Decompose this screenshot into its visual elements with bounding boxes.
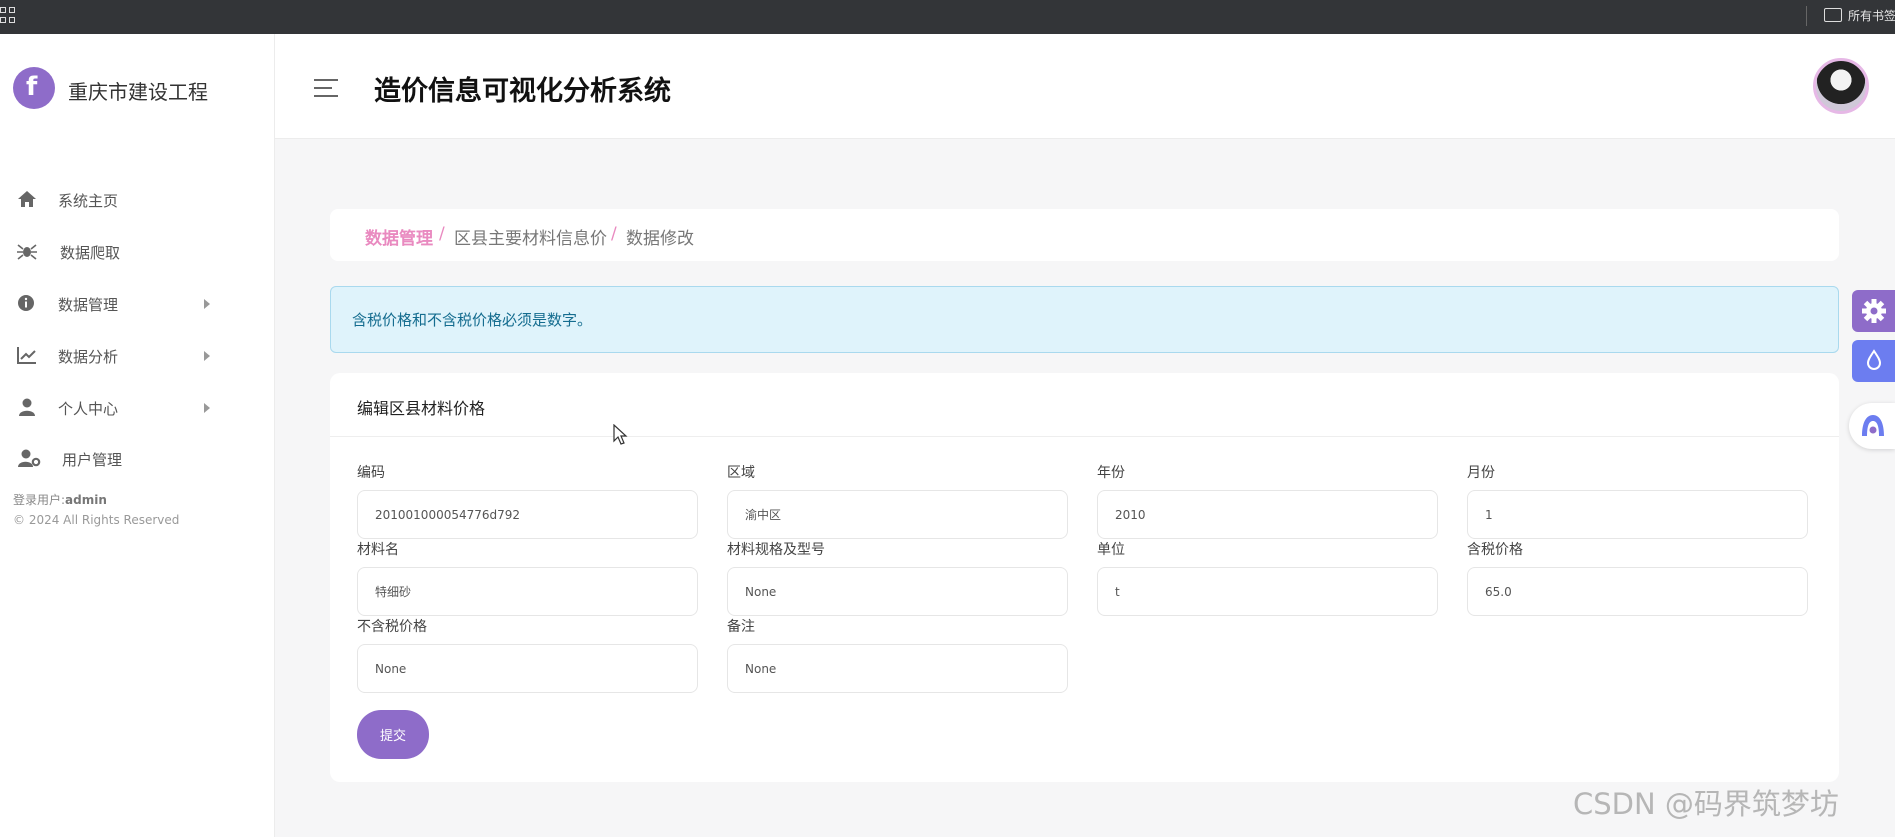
home-icon bbox=[18, 191, 36, 207]
chart-line-icon bbox=[17, 347, 36, 364]
sidebar-item-home[interactable]: 系统主页 bbox=[0, 178, 275, 220]
validation-alert: 含税价格和不含税价格必须是数字。 bbox=[330, 286, 1839, 353]
sidebar-item-label: 个人中心 bbox=[58, 400, 119, 418]
brand-name[interactable]: 重庆市建设工程 bbox=[68, 76, 208, 105]
breadcrumb-separator: / bbox=[439, 224, 445, 244]
avatar[interactable] bbox=[1813, 58, 1869, 114]
sidebar-item-personal-center[interactable]: 个人中心 bbox=[0, 386, 275, 428]
field-label-unit: 单位 bbox=[1097, 542, 1125, 558]
field-label-price-without-tax: 不含税价格 bbox=[357, 619, 427, 635]
form-title: 编辑区县材料价格 bbox=[357, 399, 486, 418]
breadcrumb-current: 数据修改 bbox=[626, 229, 694, 249]
info-icon bbox=[18, 295, 34, 311]
droplet-icon bbox=[1866, 349, 1882, 370]
breadcrumb-parent[interactable]: 区县主要材料信息价 bbox=[454, 224, 607, 249]
theme-float-button[interactable] bbox=[1852, 340, 1895, 382]
sidebar-item-label: 数据分析 bbox=[58, 348, 119, 366]
month-field[interactable] bbox=[1467, 490, 1808, 539]
spec-field[interactable] bbox=[727, 567, 1068, 616]
top-header: 造价信息可视化分析系统 bbox=[275, 34, 1895, 139]
sidebar-item-user-management[interactable]: 用户管理 bbox=[0, 437, 275, 479]
bookmarks-divider bbox=[1806, 6, 1807, 26]
field-label-remark: 备注 bbox=[727, 619, 755, 635]
sidebar-item-data-analysis[interactable]: 数据分析 bbox=[0, 334, 275, 376]
chevron-right-icon bbox=[204, 299, 210, 309]
apps-grid-icon[interactable] bbox=[0, 7, 16, 23]
settings-float-button[interactable] bbox=[1852, 290, 1895, 332]
browser-bookmarks-bar: 所有书签 bbox=[0, 0, 1895, 34]
edit-form-card: 编辑区县材料价格 编码 区域 年份 月份 材料名 材料规格及型号 单位 含税价格… bbox=[330, 373, 1839, 782]
user-icon bbox=[19, 398, 35, 416]
sidebar-item-label: 数据管理 bbox=[58, 296, 119, 314]
login-user-info: 登录用户:admin bbox=[13, 491, 107, 508]
sidebar-item-label: 用户管理 bbox=[62, 451, 123, 469]
user-gear-icon bbox=[18, 449, 41, 467]
copyright: © 2024 All Rights Reserved bbox=[13, 513, 180, 527]
card-divider bbox=[330, 436, 1839, 437]
page-title: 造价信息可视化分析系统 bbox=[374, 76, 671, 107]
field-label-spec: 材料规格及型号 bbox=[727, 542, 825, 558]
field-label-code: 编码 bbox=[357, 465, 385, 481]
sidebar-item-label: 数据爬取 bbox=[60, 244, 121, 262]
sidebar-item-data-management[interactable]: 数据管理 bbox=[0, 282, 275, 324]
sidebar-item-label: 系统主页 bbox=[58, 192, 119, 210]
remark-field[interactable] bbox=[727, 644, 1068, 693]
login-username: admin bbox=[65, 493, 107, 507]
login-user-prefix: 登录用户: bbox=[13, 493, 66, 507]
field-label-month: 月份 bbox=[1467, 465, 1495, 481]
year-field[interactable] bbox=[1097, 490, 1438, 539]
brand-logo-icon[interactable] bbox=[13, 67, 55, 109]
folder-icon[interactable] bbox=[1824, 8, 1842, 22]
watermark: CSDN @码界筑梦坊 bbox=[1573, 787, 1839, 821]
mouse-cursor-icon bbox=[613, 424, 628, 445]
breadcrumb: 数据管理 / 区县主要材料信息价 / 数据修改 bbox=[330, 209, 1839, 261]
unit-field[interactable] bbox=[1097, 567, 1438, 616]
field-label-region: 区域 bbox=[727, 465, 755, 481]
spider-icon bbox=[17, 244, 37, 260]
breadcrumb-separator: / bbox=[611, 224, 617, 244]
breadcrumb-root[interactable]: 数据管理 bbox=[365, 224, 433, 249]
submit-button[interactable]: 提交 bbox=[357, 710, 429, 759]
material-name-field[interactable] bbox=[357, 567, 698, 616]
chevron-right-icon bbox=[204, 351, 210, 361]
sidebar: 重庆市建设工程 系统主页 数据爬取 数据管理 数据分析 个人中心 用户管理 登录… bbox=[0, 34, 275, 837]
code-field[interactable] bbox=[357, 490, 698, 539]
chevron-right-icon bbox=[204, 403, 210, 413]
price-without-tax-field[interactable] bbox=[357, 644, 698, 693]
menu-toggle-icon[interactable] bbox=[314, 79, 338, 97]
field-label-price-with-tax: 含税价格 bbox=[1467, 542, 1523, 558]
price-with-tax-field[interactable] bbox=[1467, 567, 1808, 616]
field-label-material-name: 材料名 bbox=[357, 542, 399, 558]
assistant-logo-icon bbox=[1862, 415, 1884, 436]
gear-icon bbox=[1862, 299, 1886, 323]
all-bookmarks-label[interactable]: 所有书签 bbox=[1848, 7, 1895, 24]
region-field[interactable] bbox=[727, 490, 1068, 539]
field-label-year: 年份 bbox=[1097, 465, 1125, 481]
sidebar-item-crawl[interactable]: 数据爬取 bbox=[0, 230, 275, 272]
alert-message: 含税价格和不含税价格必须是数字。 bbox=[352, 311, 593, 329]
assistant-float-button[interactable] bbox=[1849, 403, 1895, 449]
